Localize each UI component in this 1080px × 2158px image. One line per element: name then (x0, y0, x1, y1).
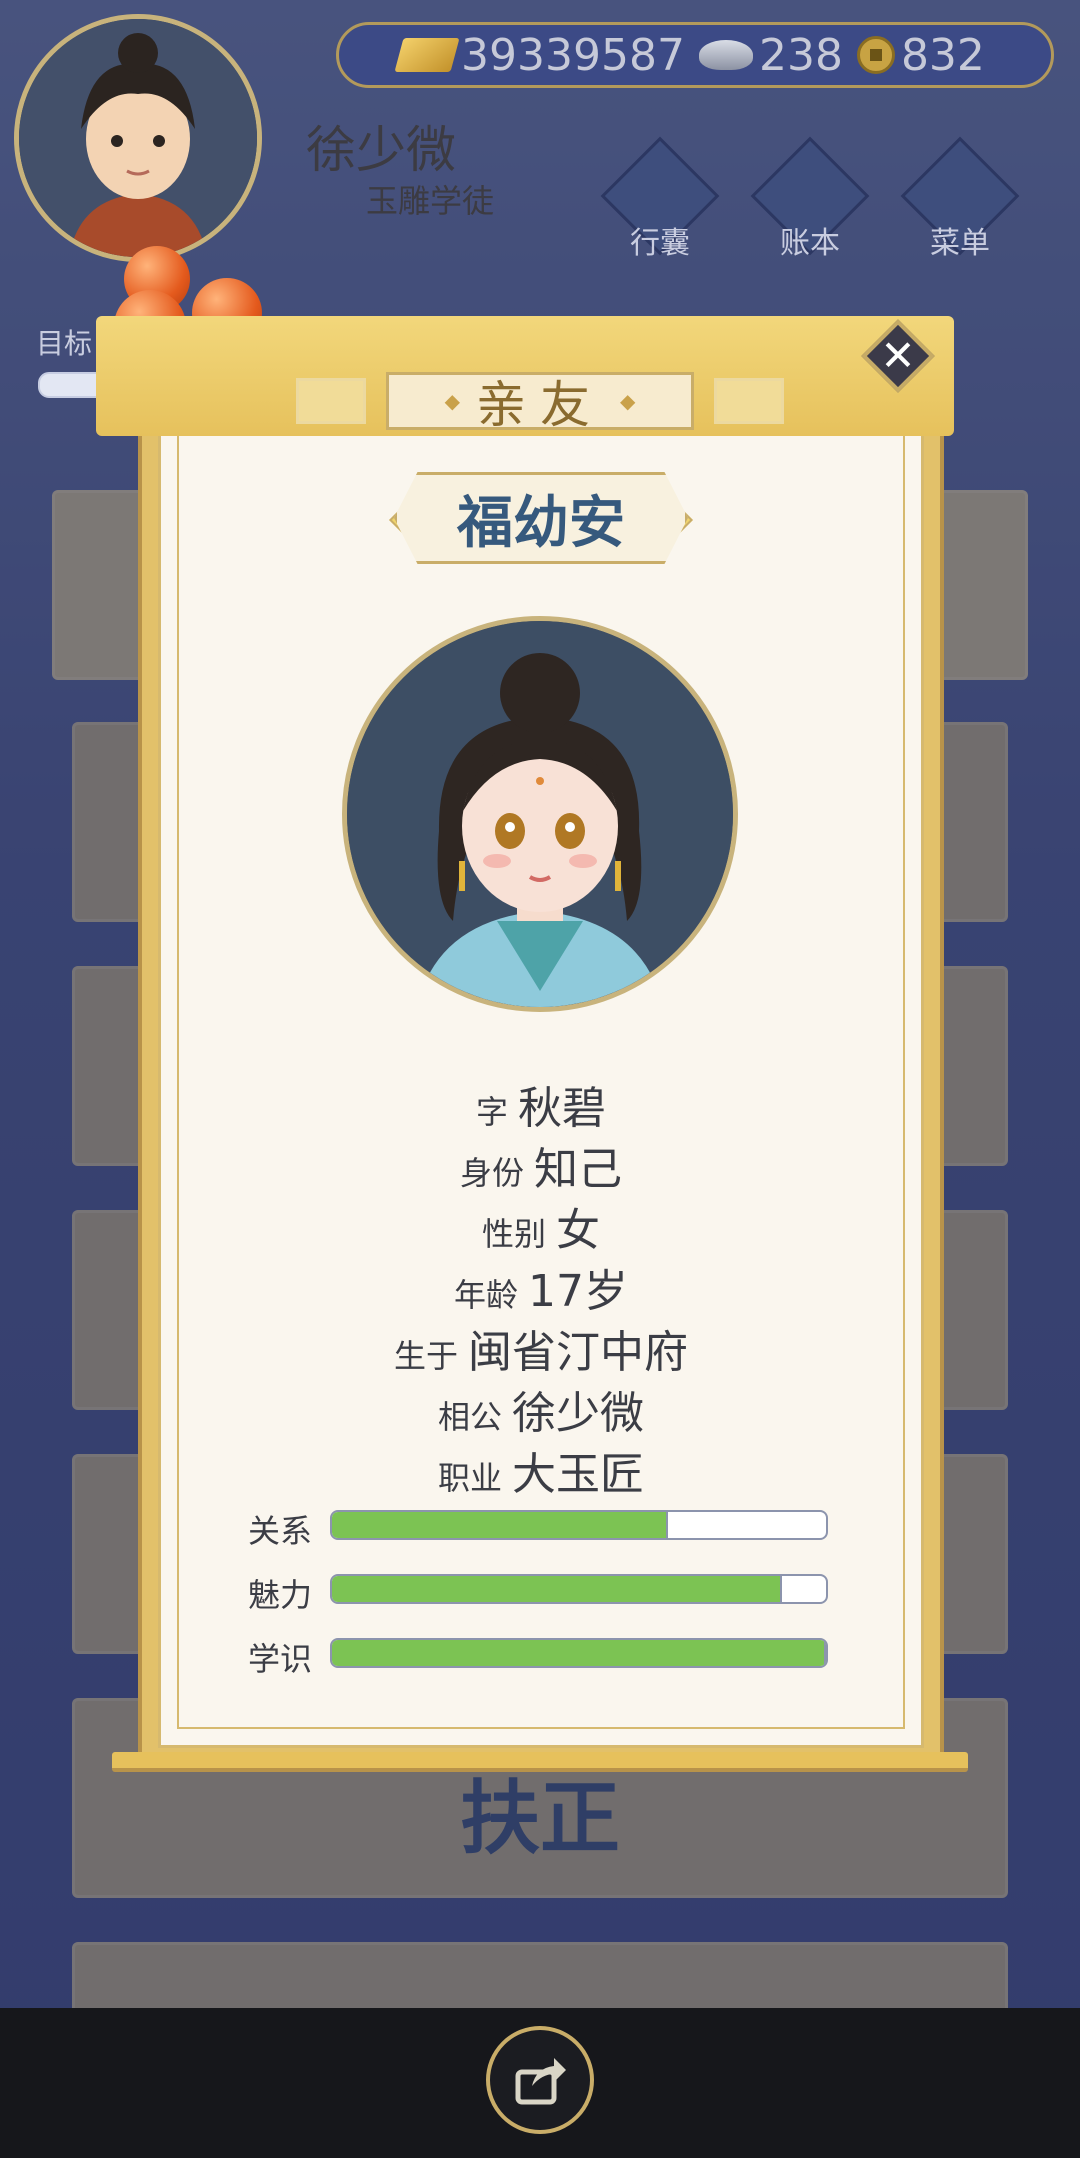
share-icon (515, 2058, 566, 2105)
stat-bar-fill (332, 1640, 826, 1666)
ornament-dot-icon: ◆ (620, 389, 636, 413)
friend-name: 福幼安 (457, 489, 625, 556)
share-button[interactable] (486, 2026, 594, 2134)
stat-relationship: 关系 (248, 1506, 828, 1550)
pouch-label: 行囊 (630, 226, 690, 261)
info-row-age: 年龄 17岁 (158, 1255, 924, 1319)
modal-title: 亲友 (476, 376, 604, 434)
silver-ingot-icon (698, 40, 753, 70)
stat-bar (330, 1638, 828, 1668)
stat-charm: 魅力 (248, 1570, 828, 1614)
menu-button[interactable]: 菜单 (900, 136, 1020, 261)
info-key: 相公 (437, 1398, 502, 1436)
info-row-husband: 相公 徐少微 (158, 1377, 924, 1441)
gold-amount: 39339587 (461, 29, 685, 81)
info-row-identity: 身份 知己 (158, 1133, 924, 1197)
info-key: 字 (475, 1093, 508, 1131)
pouch-button[interactable]: 行囊 (600, 136, 720, 261)
info-row-occupation: 职业 大玉匠 (158, 1438, 924, 1502)
friend-name-plaque: 福幼安 (394, 472, 688, 564)
info-value: 知己 (534, 1144, 622, 1195)
info-key: 身份 (459, 1154, 524, 1192)
currency-bar: 39339587 238 832 (336, 22, 1054, 88)
info-value: 女 (556, 1205, 600, 1256)
modal-title-plaque: ◆ 亲友 ◆ (386, 372, 694, 434)
coin-amount: 832 (900, 29, 985, 81)
silver-amount: 238 (758, 29, 843, 81)
player-title: 玉雕学徒 (366, 182, 495, 220)
info-value: 大玉匠 (512, 1449, 644, 1500)
stat-bar (330, 1510, 828, 1540)
stat-label: 关系 (248, 1512, 313, 1550)
stat-bar-fill (332, 1576, 782, 1602)
goal-label: 目标 (36, 327, 93, 360)
friend-portrait (342, 616, 738, 1012)
menu-label: 菜单 (930, 226, 990, 261)
stat-knowledge: 学识 (248, 1634, 828, 1678)
info-row-courtesy-name: 字秋碧 (158, 1072, 924, 1136)
info-value: 徐少微 (512, 1388, 644, 1439)
scroll-bottom-roller (112, 1752, 968, 1772)
ledger-button[interactable]: 账本 (750, 136, 870, 261)
title-side-ornament (714, 378, 784, 424)
stat-bar-fill (332, 1512, 668, 1538)
gold-ingot-icon (394, 38, 460, 72)
info-key: 年龄 (453, 1276, 518, 1314)
info-row-birthplace: 生于 闽省汀中府 (158, 1316, 924, 1380)
info-value: 17岁 (528, 1266, 628, 1317)
title-side-ornament (296, 378, 366, 424)
info-key: 职业 (437, 1459, 502, 1497)
stat-label: 学识 (248, 1640, 313, 1678)
info-value: 秋碧 (518, 1083, 606, 1134)
stat-label: 魅力 (248, 1576, 313, 1614)
copper-coin-icon (856, 36, 895, 74)
stat-bar (330, 1574, 828, 1604)
player-name: 徐少微 (306, 121, 456, 179)
info-key: 生于 (393, 1337, 458, 1375)
player-avatar[interactable] (14, 14, 262, 262)
info-row-gender: 性别女 (158, 1194, 924, 1258)
ledger-label: 账本 (780, 226, 840, 261)
info-key: 性别 (481, 1215, 546, 1253)
ornament-dot-icon: ◆ (444, 389, 460, 413)
info-value: 闽省汀中府 (468, 1327, 688, 1378)
